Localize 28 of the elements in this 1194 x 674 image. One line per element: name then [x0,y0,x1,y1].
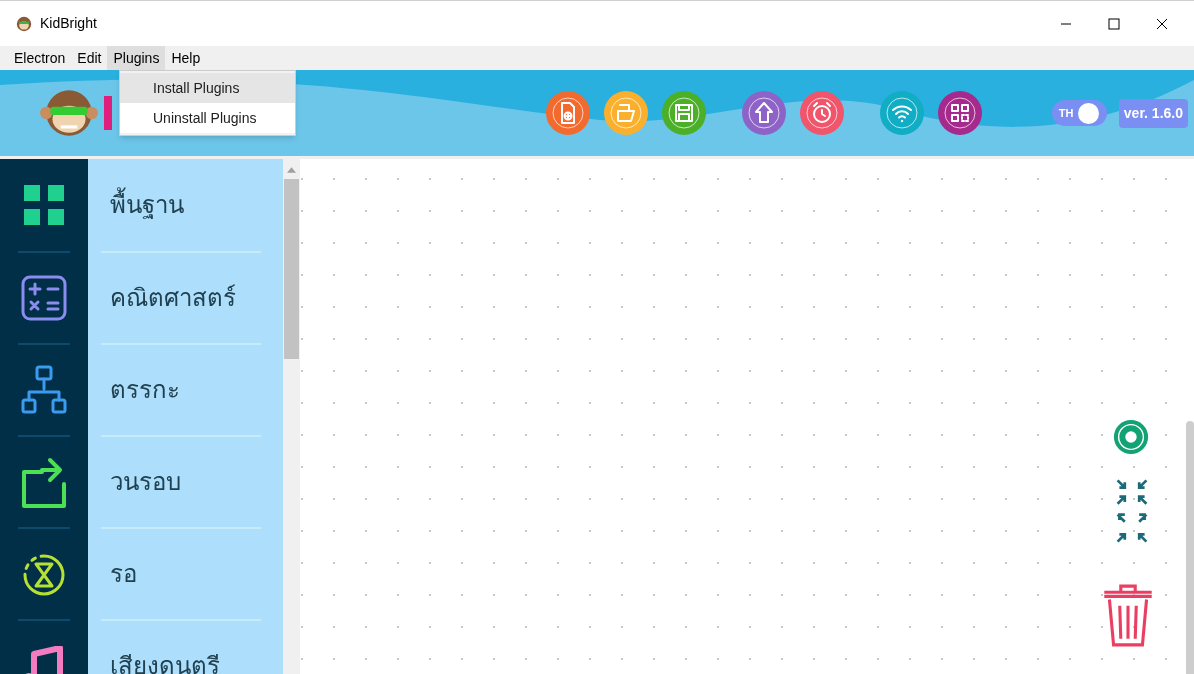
logo-drawing [104,96,112,130]
monkey-icon [16,15,32,32]
dropdown-item[interactable]: Install Plugins [120,73,295,103]
wifi-button[interactable] [879,91,924,135]
hierarchy-icon [20,364,68,416]
grid-icon [22,183,66,227]
alarm-button[interactable] [799,91,844,135]
close-icon [1156,17,1168,30]
scrollbar-thumb[interactable] [1186,421,1194,674]
scroll-up-icon[interactable] [287,167,296,173]
menu-item[interactable]: Electron [8,46,72,70]
trash-icon[interactable] [1102,583,1154,649]
scrollbar-thumb[interactable] [284,179,299,359]
dropdown-item[interactable]: Uninstall Plugins [120,103,295,133]
calculator-icon [20,274,68,322]
maximize-icon [1108,17,1120,30]
category-item[interactable]: รอ [101,556,137,592]
menu-item[interactable]: Help [165,46,207,70]
category-item[interactable]: พื้นฐาน [101,187,184,223]
category-item[interactable]: วนรอบ [101,464,181,500]
category-item[interactable]: คณิตศาสตร์ [101,280,236,316]
center-target-icon[interactable] [1112,418,1150,456]
menu-item[interactable]: Plugins [107,46,166,70]
version-badge: ver. 1.6.0 [1118,98,1188,128]
menu-item[interactable]: Edit [71,46,108,70]
window-title: KidBright [40,14,97,33]
category-item[interactable]: เสียงดนตรี [101,648,220,674]
category-item[interactable]: ตรรกะ [101,372,180,408]
